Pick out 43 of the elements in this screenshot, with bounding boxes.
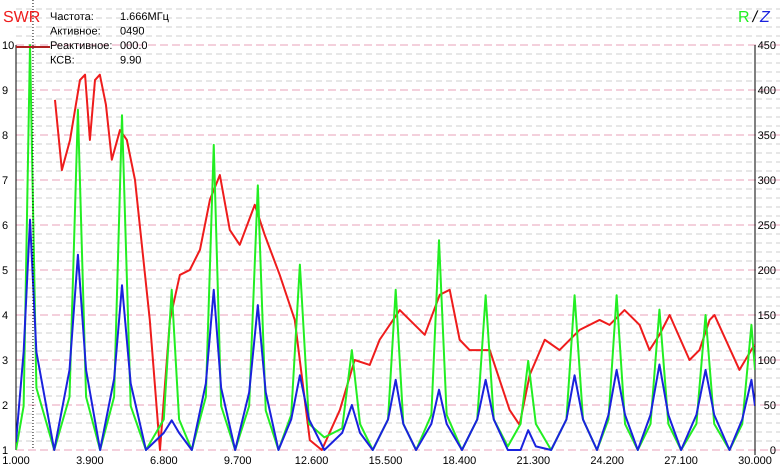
- axis-tick-label: 1: [2, 445, 8, 457]
- axis-tick-label: 50: [764, 400, 776, 412]
- axis-tick-label: 30.000: [738, 455, 772, 465]
- axis-tick-label: 21.300: [516, 455, 550, 465]
- axis-tick-label: 10: [2, 40, 14, 52]
- axis-tick-label: 6: [2, 220, 8, 232]
- axis-tick-label: 400: [758, 85, 776, 97]
- cursor-marker: [16, 46, 50, 48]
- readout-label: КСВ:: [50, 54, 75, 66]
- axis-tick-label: 15.500: [368, 455, 402, 465]
- axis-tick-label: 2: [2, 400, 8, 412]
- axis-tick-label: 9: [2, 85, 8, 97]
- axis-tick-label: 8: [2, 130, 8, 142]
- axis-tick-label: 9.700: [224, 455, 252, 465]
- axis-tick-label: 5: [2, 265, 8, 277]
- axis-tick-label: 7: [2, 175, 8, 187]
- readout-label: Активное:: [50, 26, 101, 38]
- axis-tick-label: 27.100: [664, 455, 698, 465]
- axis-tick-label: 100: [758, 355, 776, 367]
- axis-tick-label: 4: [2, 310, 8, 322]
- axis-tick-label: 18.400: [442, 455, 476, 465]
- axis-tick-label: 6.800: [150, 455, 178, 465]
- axis-title: R / Z: [738, 9, 770, 26]
- axis-tick-label: 3: [2, 355, 8, 367]
- axis-tick-label: 0: [770, 445, 776, 457]
- axis-title: SWR: [3, 9, 40, 26]
- cursor-line[interactable]: [32, 0, 34, 450]
- axis-tick-label: 3.900: [76, 455, 104, 465]
- readout-label: Реактивное:: [50, 40, 112, 52]
- axis-tick-label: 24.200: [590, 455, 624, 465]
- axis-tick-label: 150: [758, 310, 776, 322]
- axis-tick-label: 300: [758, 175, 776, 187]
- axis-tick-label: 12.600: [294, 455, 328, 465]
- readout-value: 000.0: [120, 40, 148, 52]
- readout-value: 9.90: [120, 54, 142, 66]
- axis-tick-label: 450: [758, 40, 776, 52]
- axis-tick-label: 250: [758, 220, 776, 232]
- axis-tick-label: 1.000: [2, 455, 30, 465]
- readout-value: 1.666МГц: [120, 11, 169, 23]
- axis-tick-label: 350: [758, 130, 776, 142]
- readout-value: 0490: [120, 26, 144, 38]
- axis-tick-label: 200: [758, 265, 776, 277]
- readout-label: Частота:: [50, 11, 94, 23]
